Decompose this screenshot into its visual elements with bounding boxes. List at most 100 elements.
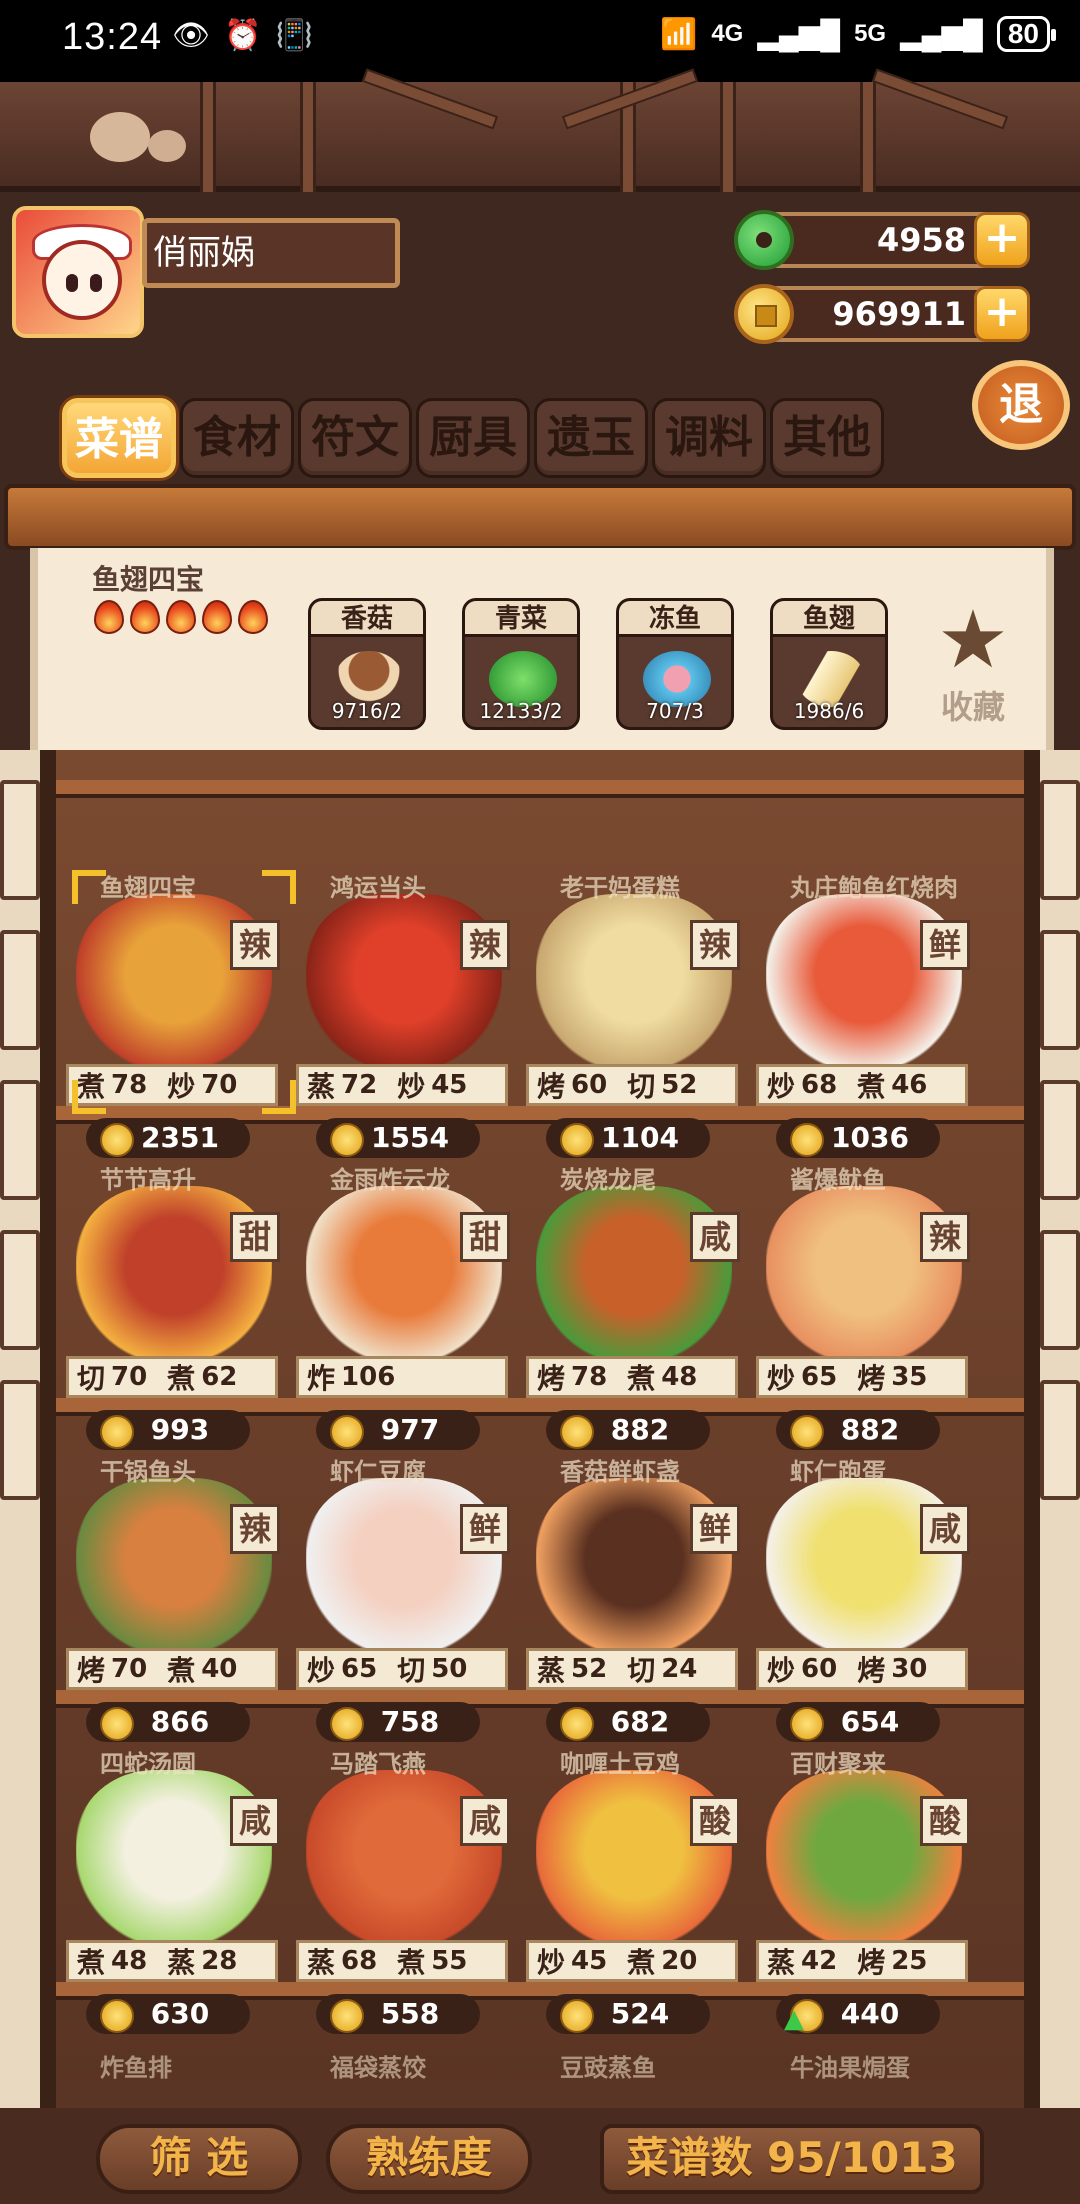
skill-2-value: 30: [891, 1654, 928, 1684]
skill-requirements: 烤 78 煮 48: [526, 1356, 738, 1398]
skill-2-value: 46: [891, 1070, 928, 1100]
beam-post: [720, 82, 736, 192]
flame-icon: [238, 600, 268, 634]
recipe-name: 丸庄鲍鱼红烧肉: [790, 874, 958, 902]
avatar-face: [42, 240, 122, 320]
skill-2: 炒: [167, 1070, 196, 1103]
next-recipe-name: 豆豉蒸鱼: [560, 2054, 656, 2082]
skill-2-value: 35: [891, 1362, 928, 1392]
tab-seasoning[interactable]: 调料: [652, 398, 766, 478]
ingredient-card[interactable]: 青菜 12133/2: [462, 598, 580, 730]
recipe-detail-panel: 鱼翅四宝 香菇 9716/2 青菜 12133/2 冻鱼 707/3 鱼翅 19…: [30, 548, 1054, 756]
price-tag: 758: [316, 1702, 480, 1742]
skill-1: 炒: [307, 1654, 336, 1687]
recipe-card[interactable]: 香菇鲜虾盏鲜蒸 52 切 24 682: [516, 1454, 756, 1744]
price-tag: 866: [86, 1702, 250, 1742]
tab-jade[interactable]: 遗玉: [534, 398, 648, 478]
price-tag: 1554: [316, 1118, 480, 1158]
flavor-badge: 辣: [230, 1504, 280, 1554]
skill-2: 煮: [627, 1946, 656, 1979]
skill-requirements: 煮 48 蒸 28: [66, 1940, 278, 1982]
add-jade-button[interactable]: +: [974, 212, 1030, 268]
recipe-card[interactable]: 咖喱土豆鸡酸炒 45 煮 20 524: [516, 1746, 756, 2036]
beam-post: [300, 82, 316, 192]
tab-ingredients[interactable]: 食材: [180, 398, 294, 478]
tab-other[interactable]: 其他: [770, 398, 884, 478]
avatar-eye: [66, 274, 78, 292]
tab-utensils[interactable]: 厨具: [416, 398, 530, 478]
wall-panel: [0, 1230, 40, 1350]
wifi-icon: 📶: [659, 17, 698, 51]
recipe-card[interactable]: 老干妈蛋糕辣烤 60 切 52 1104: [516, 870, 756, 1160]
avatar[interactable]: [12, 206, 144, 338]
flavor-badge: 鲜: [690, 1504, 740, 1554]
price-tag: 524: [546, 1994, 710, 2034]
recipe-card[interactable]: 虾仁跑蛋咸炒 60 烤 30 654: [746, 1454, 986, 1744]
filter-button[interactable]: 筛 选: [96, 2124, 302, 2194]
ingredient-card[interactable]: 香菇 9716/2: [308, 598, 426, 730]
skill-requirements: 炒 65 烤 35: [756, 1356, 968, 1398]
skill-1: 炸: [307, 1362, 336, 1395]
add-coins-button[interactable]: +: [974, 286, 1030, 342]
beam-post: [860, 82, 876, 192]
recipe-card[interactable]: 炭烧龙尾咸烤 78 煮 48 882: [516, 1162, 756, 1452]
signal-4g: 4G: [711, 20, 744, 47]
flavor-badge: 辣: [920, 1212, 970, 1262]
recipe-card[interactable]: 四蛇汤圆咸煮 48 蒸 28 630: [56, 1746, 296, 2036]
wall-panel: [1040, 780, 1080, 900]
skill-2: 切: [627, 1070, 656, 1103]
recipe-card[interactable]: 马踏飞燕咸蒸 68 煮 55 558: [286, 1746, 526, 2036]
skill-2-value: 45: [431, 1070, 468, 1100]
tab-recipes[interactable]: 菜谱: [62, 398, 176, 478]
recipe-card[interactable]: 虾仁豆腐鲜炒 65 切 50 758: [286, 1454, 526, 1744]
skill-1-value: 70: [111, 1654, 148, 1684]
recipe-card[interactable]: 丸庄鲍鱼红烧肉鲜炒 68 煮 46 1036: [746, 870, 986, 1160]
recipe-card[interactable]: 百财聚来酸蒸 42 烤 25 440 ▲: [746, 1746, 986, 2036]
exit-button[interactable]: 退: [972, 360, 1070, 450]
price-tag: 993: [86, 1410, 250, 1450]
ingredient-card[interactable]: 冻鱼 707/3: [616, 598, 734, 730]
flavor-badge: 鲜: [460, 1504, 510, 1554]
skill-1-value: 68: [341, 1946, 378, 1976]
recipe-name: 节节高升: [100, 1166, 196, 1194]
ingredient-card[interactable]: 鱼翅 1986/6: [770, 598, 888, 730]
recipe-card[interactable]: 节节高升甜切 70 煮 62 993: [56, 1162, 296, 1452]
skill-1-value: 52: [571, 1654, 608, 1684]
recipe-card[interactable]: 酱爆鱿鱼辣炒 65 烤 35 882: [746, 1162, 986, 1452]
tab-runes[interactable]: 符文: [298, 398, 412, 478]
recipe-count-button[interactable]: 菜谱数 95/1013: [600, 2124, 984, 2194]
skill-1: 蒸: [307, 1070, 336, 1103]
recipe-name: 金雨炸云龙: [330, 1166, 450, 1194]
status-icons: 👁⏰📳: [172, 18, 327, 53]
skill-2-value: 20: [661, 1946, 698, 1976]
skill-1-value: 72: [341, 1070, 378, 1100]
ingredient-count: 707/3: [646, 699, 704, 723]
skill-1: 蒸: [307, 1946, 336, 1979]
flavor-badge: 酸: [690, 1796, 740, 1846]
skill-requirements: 烤 70 煮 40: [66, 1648, 278, 1690]
skill-1-value: 45: [571, 1946, 608, 1976]
beam-post: [200, 82, 216, 192]
recipe-card[interactable]: 鱼翅四宝辣煮 78 炒 70 2351: [56, 870, 296, 1160]
favorite-button[interactable]: ★ 收藏: [918, 598, 1028, 728]
recipe-card[interactable]: 鸿运当头辣蒸 72 炒 45 1554: [286, 870, 526, 1160]
detail-recipe-name: 鱼翅四宝: [92, 563, 205, 596]
mastery-button[interactable]: 熟练度: [326, 2124, 532, 2194]
avatar-eye: [90, 274, 102, 292]
skill-2-value: 55: [431, 1946, 468, 1976]
flavor-badge: 咸: [920, 1504, 970, 1554]
flavor-badge: 辣: [460, 920, 510, 970]
skill-requirements: 炒 65 切 50: [296, 1648, 508, 1690]
recipe-card[interactable]: 金雨炸云龙甜炸 106 977: [286, 1162, 526, 1452]
wall-panel: [1040, 930, 1080, 1050]
recipe-name: 老干妈蛋糕: [560, 874, 680, 902]
skill-2: 炒: [397, 1070, 426, 1103]
flavor-badge: 鲜: [920, 920, 970, 970]
ingredient-name: 冻鱼: [619, 601, 731, 637]
skill-1-value: 106: [341, 1362, 396, 1392]
skill-requirements: 蒸 72 炒 45: [296, 1064, 508, 1106]
skill-1: 烤: [537, 1070, 566, 1103]
selection-corner: [72, 1080, 106, 1114]
recipe-card[interactable]: 干锅鱼头辣烤 70 煮 40 866: [56, 1454, 296, 1744]
recipe-name: 百财聚来: [790, 1750, 886, 1778]
